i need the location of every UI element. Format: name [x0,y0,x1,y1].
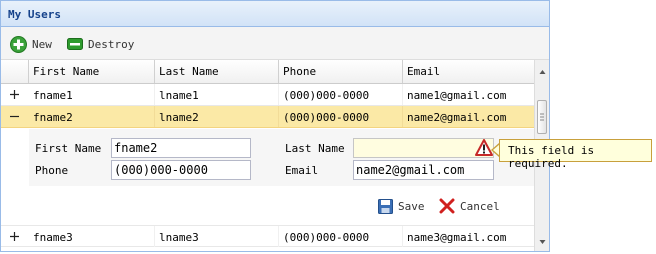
column-header-first-name[interactable]: First Name [29,60,155,83]
users-grid: First Name Last Name Phone Email fname1 … [1,60,549,251]
destroy-button-label: Destroy [88,37,135,51]
first-name-field[interactable]: fname2 [111,138,251,158]
new-button-label: New [32,37,52,51]
table-row-selected[interactable]: fname2 lname2 (000)000-0000 name2@gmail.… [1,106,534,128]
cancel-button[interactable]: Cancel [439,197,500,215]
new-button[interactable]: New [10,35,52,53]
destroy-button[interactable]: Destroy [67,35,134,53]
last-name-label: Last Name [285,142,345,155]
email-label: Email [285,164,319,177]
cell-phone: (000)000-0000 [279,84,403,105]
cell-first-name: fname1 [29,84,155,105]
toolbar: New Destroy [1,27,549,60]
scroll-up-button[interactable] [537,60,548,84]
save-button[interactable]: Save [378,197,425,215]
cell-last-name: lname2 [155,106,279,127]
cell-last-name: lname3 [155,226,279,247]
panel-title: My Users [8,8,61,21]
first-name-label: First Name [35,142,102,155]
table-row[interactable]: fname3 lname3 (000)000-0000 name3@gmail.… [1,225,534,247]
scrollbar-thumb[interactable] [537,100,547,134]
grid-header: First Name Last Name Phone Email [1,60,534,84]
row-editor: First Name fname2 Last Name Phone (000)0… [1,129,534,227]
cancel-icon [439,198,455,214]
cell-phone: (000)000-0000 [279,226,403,247]
users-panel: My Users New Destroy First Name Last Nam… [0,0,550,252]
cell-phone: (000)000-0000 [279,106,403,127]
cell-email: name2@gmail.com [407,111,507,124]
expand-icon[interactable] [9,231,20,242]
cell-email: name1@gmail.com [407,89,507,102]
email-field[interactable]: name2@gmail.com [353,160,494,180]
phone-label: Phone [35,164,69,177]
expand-icon[interactable] [9,89,20,100]
cell-last-name: lname1 [155,84,279,105]
save-button-label: Save [398,199,425,213]
scroll-down-button[interactable] [537,235,548,249]
remove-icon [67,38,83,50]
cell-first-name: fname2 [29,106,155,127]
cell-email: name3@gmail.com [407,231,507,244]
last-name-field[interactable] [353,138,494,158]
add-icon [10,35,27,53]
column-header-last-name[interactable]: Last Name [155,60,279,83]
arrow-up-icon [539,70,546,74]
expander-column-header [1,60,29,83]
validation-tooltip: This field is required. [499,139,652,170]
cancel-button-label: Cancel [460,199,500,213]
grip-icon [540,113,544,121]
save-icon [378,198,393,214]
column-header-phone[interactable]: Phone [279,60,403,83]
cell-first-name: fname3 [29,226,155,247]
collapse-icon[interactable] [9,111,20,122]
phone-field[interactable]: (000)000-0000 [111,160,251,180]
table-row[interactable]: fname1 lname1 (000)000-0000 name1@gmail.… [1,84,534,106]
column-header-email[interactable]: Email [403,60,534,83]
arrow-down-icon [539,240,546,244]
title-bar: My Users [1,1,549,27]
